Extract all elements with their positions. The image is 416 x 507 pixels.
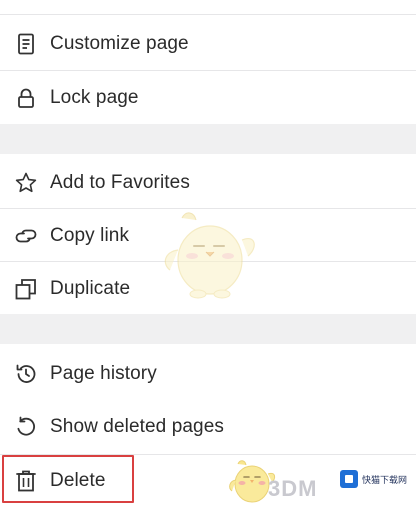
duplicate-icon (14, 277, 38, 301)
menu-item-page-history[interactable]: Page history (0, 347, 416, 400)
menu-item-label: Duplicate (50, 277, 131, 299)
divider (0, 14, 416, 15)
star-icon (14, 171, 38, 195)
download-site-logo-icon (340, 470, 358, 488)
menu-group-page-settings: Customize page Lock page (0, 0, 416, 124)
link-icon (14, 224, 38, 248)
watermark-logo-text: 快猫下载网 (362, 475, 408, 486)
menu-item-label: Lock page (50, 86, 139, 108)
menu-item-label: Copy link (50, 224, 130, 246)
lock-icon (14, 86, 38, 110)
menu-item-customize-page[interactable]: Customize page (0, 17, 416, 70)
menu-item-label: Show deleted pages (50, 415, 224, 437)
watermark-mascot-icon (160, 208, 260, 300)
delete-highlight-box (2, 455, 134, 503)
menu-item-label: Page history (50, 362, 157, 384)
menu-item-show-deleted-pages[interactable]: Show deleted pages (0, 400, 416, 453)
menu-item-label: Customize page (50, 32, 189, 54)
history-icon (14, 362, 38, 386)
menu-item-lock-page[interactable]: Lock page (0, 71, 416, 124)
menu-item-add-to-favorites[interactable]: Add to Favorites (0, 156, 416, 209)
menu-item-label: Add to Favorites (50, 171, 190, 193)
page-options-menu: Customize page Lock page Add to Favorite… (0, 0, 416, 507)
restore-icon (14, 415, 38, 439)
document-icon (14, 32, 38, 56)
watermark-logo: 快猫下载网 (340, 470, 407, 488)
watermark-3dm-text: 3DM (268, 476, 318, 501)
